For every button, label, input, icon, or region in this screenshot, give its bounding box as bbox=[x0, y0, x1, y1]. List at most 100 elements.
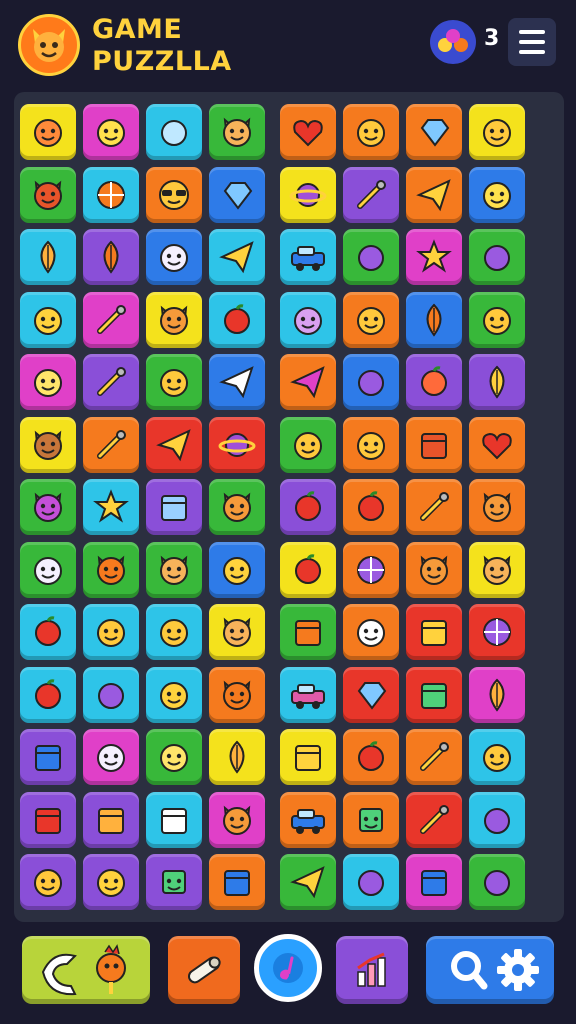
game-tile[interactable] bbox=[343, 729, 399, 785]
search-settings-button[interactable] bbox=[426, 936, 554, 1004]
game-tile[interactable] bbox=[343, 354, 399, 410]
game-tile[interactable] bbox=[343, 166, 399, 223]
game-tile[interactable] bbox=[343, 104, 399, 160]
game-tile[interactable] bbox=[20, 416, 76, 473]
game-tile[interactable] bbox=[280, 541, 336, 598]
game-tile[interactable] bbox=[209, 729, 265, 785]
game-tile[interactable] bbox=[20, 604, 76, 660]
game-tile[interactable] bbox=[280, 291, 336, 348]
game-tile[interactable] bbox=[280, 854, 336, 910]
game-tile[interactable] bbox=[469, 416, 525, 473]
logo-icon[interactable] bbox=[18, 14, 80, 76]
stats-button[interactable] bbox=[336, 936, 408, 1004]
game-tile[interactable] bbox=[83, 416, 139, 473]
game-tile[interactable] bbox=[406, 166, 462, 223]
game-tile[interactable] bbox=[20, 791, 76, 848]
game-tile[interactable] bbox=[280, 416, 336, 473]
scroll-button[interactable] bbox=[168, 936, 240, 1004]
players-icon[interactable] bbox=[430, 20, 476, 64]
game-tile[interactable] bbox=[406, 541, 462, 598]
game-tile[interactable] bbox=[83, 291, 139, 348]
game-tile[interactable] bbox=[83, 541, 139, 598]
game-tile[interactable] bbox=[343, 479, 399, 535]
game-tile[interactable] bbox=[20, 854, 76, 910]
game-tile[interactable] bbox=[83, 166, 139, 223]
game-tile[interactable] bbox=[209, 104, 265, 160]
game-tile[interactable] bbox=[280, 729, 336, 785]
game-tile[interactable] bbox=[406, 791, 462, 848]
game-tile[interactable] bbox=[406, 604, 462, 660]
game-tile[interactable] bbox=[469, 104, 525, 160]
game-tile[interactable] bbox=[146, 666, 202, 723]
game-tile[interactable] bbox=[146, 229, 202, 285]
game-tile[interactable] bbox=[83, 854, 139, 910]
game-tile[interactable] bbox=[146, 541, 202, 598]
game-tile[interactable] bbox=[406, 291, 462, 348]
game-tile[interactable] bbox=[146, 854, 202, 910]
game-tile[interactable] bbox=[280, 354, 336, 410]
game-tile[interactable] bbox=[83, 729, 139, 785]
hint-button[interactable] bbox=[22, 936, 150, 1004]
game-tile[interactable] bbox=[406, 104, 462, 160]
game-tile[interactable] bbox=[469, 854, 525, 910]
game-tile[interactable] bbox=[209, 666, 265, 723]
game-tile[interactable] bbox=[20, 729, 76, 785]
game-tile[interactable] bbox=[469, 604, 525, 660]
game-tile[interactable] bbox=[469, 229, 525, 285]
game-tile[interactable] bbox=[20, 229, 76, 285]
game-tile[interactable] bbox=[209, 791, 265, 848]
game-tile[interactable] bbox=[280, 666, 336, 723]
game-tile[interactable] bbox=[209, 604, 265, 660]
game-tile[interactable] bbox=[83, 104, 139, 160]
game-tile[interactable] bbox=[20, 104, 76, 160]
game-tile[interactable] bbox=[280, 104, 336, 160]
game-tile[interactable] bbox=[343, 791, 399, 848]
game-tile[interactable] bbox=[146, 416, 202, 473]
game-tile[interactable] bbox=[83, 666, 139, 723]
game-tile[interactable] bbox=[469, 166, 525, 223]
game-tile[interactable] bbox=[469, 541, 525, 598]
game-tile[interactable] bbox=[83, 791, 139, 848]
game-tile[interactable] bbox=[343, 541, 399, 598]
game-tile[interactable] bbox=[280, 791, 336, 848]
game-tile[interactable] bbox=[280, 604, 336, 660]
game-tile[interactable] bbox=[469, 791, 525, 848]
play-button[interactable] bbox=[254, 934, 322, 1002]
game-tile[interactable] bbox=[469, 291, 525, 348]
game-tile[interactable] bbox=[146, 354, 202, 410]
game-tile[interactable] bbox=[83, 354, 139, 410]
game-tile[interactable] bbox=[406, 666, 462, 723]
game-tile[interactable] bbox=[343, 604, 399, 660]
game-tile[interactable] bbox=[209, 541, 265, 598]
game-tile[interactable] bbox=[280, 166, 336, 223]
game-tile[interactable] bbox=[406, 729, 462, 785]
game-tile[interactable] bbox=[209, 166, 265, 223]
game-tile[interactable] bbox=[20, 354, 76, 410]
game-tile[interactable] bbox=[280, 479, 336, 535]
game-tile[interactable] bbox=[146, 729, 202, 785]
game-tile[interactable] bbox=[20, 166, 76, 223]
game-tile[interactable] bbox=[469, 479, 525, 535]
game-tile[interactable] bbox=[469, 729, 525, 785]
game-tile[interactable] bbox=[343, 854, 399, 910]
game-tile[interactable] bbox=[343, 666, 399, 723]
game-tile[interactable] bbox=[83, 604, 139, 660]
game-tile[interactable] bbox=[83, 229, 139, 285]
game-tile[interactable] bbox=[20, 291, 76, 348]
game-tile[interactable] bbox=[209, 229, 265, 285]
game-tile[interactable] bbox=[20, 666, 76, 723]
game-tile[interactable] bbox=[209, 854, 265, 910]
game-tile[interactable] bbox=[146, 104, 202, 160]
game-tile[interactable] bbox=[146, 166, 202, 223]
game-tile[interactable] bbox=[469, 666, 525, 723]
game-tile[interactable] bbox=[406, 229, 462, 285]
game-tile[interactable] bbox=[20, 479, 76, 535]
game-tile[interactable] bbox=[146, 479, 202, 535]
game-tile[interactable] bbox=[406, 479, 462, 535]
game-tile[interactable] bbox=[209, 291, 265, 348]
game-tile[interactable] bbox=[146, 791, 202, 848]
game-tile[interactable] bbox=[343, 416, 399, 473]
menu-button[interactable] bbox=[508, 18, 556, 66]
game-tile[interactable] bbox=[209, 479, 265, 535]
game-tile[interactable] bbox=[83, 479, 139, 535]
